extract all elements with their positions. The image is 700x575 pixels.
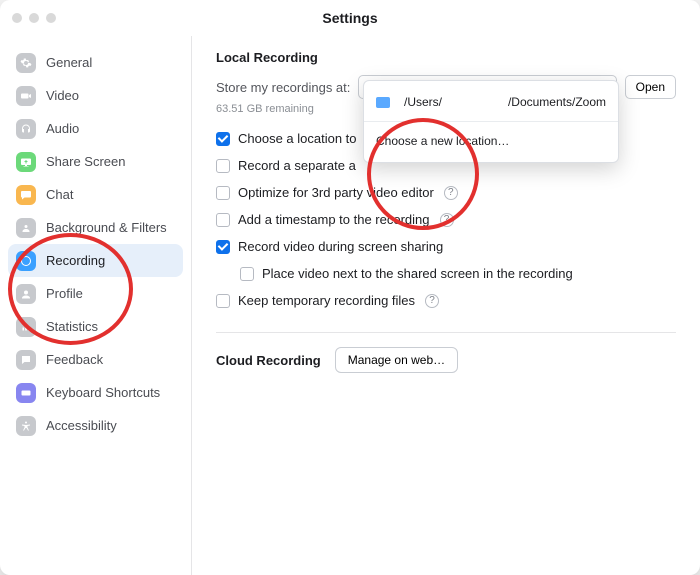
traffic-lights[interactable] bbox=[12, 0, 56, 35]
sidebar-item-recording[interactable]: Recording bbox=[8, 244, 183, 277]
sidebar-item-label: Statistics bbox=[46, 319, 98, 334]
checkbox-icon bbox=[216, 132, 230, 146]
checkbox-label: Optimize for 3rd party video editor bbox=[238, 185, 434, 200]
sidebar-item-label: Background & Filters bbox=[46, 220, 167, 235]
checkbox-label: Place video next to the shared screen in… bbox=[262, 266, 573, 281]
sidebar-item-label: General bbox=[46, 55, 92, 70]
sidebar-item-share-screen[interactable]: Share Screen bbox=[8, 145, 183, 178]
sidebar-item-background-filters[interactable]: Background & Filters bbox=[8, 211, 183, 244]
open-button[interactable]: Open bbox=[625, 75, 676, 99]
window-title: Settings bbox=[322, 10, 377, 26]
local-recording-heading: Local Recording bbox=[216, 50, 676, 65]
dropdown-choose-new-label: Choose a new location… bbox=[376, 134, 509, 148]
sidebar-item-label: Audio bbox=[46, 121, 79, 136]
accessibility-icon bbox=[16, 416, 36, 436]
checkbox-icon bbox=[216, 159, 230, 173]
checkbox-place-next[interactable]: Place video next to the shared screen in… bbox=[216, 260, 676, 287]
sidebar-item-label: Chat bbox=[46, 187, 73, 202]
folder-icon bbox=[376, 97, 390, 108]
sidebar-item-keyboard-shortcuts[interactable]: Keyboard Shortcuts bbox=[8, 376, 183, 409]
sidebar-item-label: Accessibility bbox=[46, 418, 117, 433]
sidebar-item-label: Feedback bbox=[46, 352, 103, 367]
checkbox-label: Record a separate a bbox=[238, 158, 356, 173]
checkbox-label: Choose a location to bbox=[238, 131, 357, 146]
section-divider bbox=[216, 332, 676, 333]
video-icon bbox=[16, 86, 36, 106]
checkbox-icon bbox=[216, 240, 230, 254]
share-screen-icon bbox=[16, 152, 36, 172]
sidebar-item-chat[interactable]: Chat bbox=[8, 178, 183, 211]
dropdown-separator bbox=[364, 121, 618, 122]
dropdown-current-path[interactable]: /Users/ /Documents/Zoom bbox=[364, 87, 618, 117]
sidebar-item-label: Share Screen bbox=[46, 154, 126, 169]
sidebar-item-profile[interactable]: Profile bbox=[8, 277, 183, 310]
checkbox-label: Add a timestamp to the recording bbox=[238, 212, 430, 227]
help-icon[interactable]: ? bbox=[425, 294, 439, 308]
statistics-icon bbox=[16, 317, 36, 337]
recordings-path-dropdown: /Users/ /Documents/Zoom Choose a new loc… bbox=[363, 80, 619, 163]
gear-icon bbox=[16, 53, 36, 73]
headphones-icon bbox=[16, 119, 36, 139]
sidebar-item-video[interactable]: Video bbox=[8, 79, 183, 112]
checkbox-icon bbox=[240, 267, 254, 281]
cloud-recording-heading: Cloud Recording bbox=[216, 353, 321, 368]
store-recordings-label: Store my recordings at: bbox=[216, 80, 350, 95]
checkbox-icon bbox=[216, 213, 230, 227]
sidebar-item-audio[interactable]: Audio bbox=[8, 112, 183, 145]
help-icon[interactable]: ? bbox=[444, 186, 458, 200]
sidebar-item-label: Profile bbox=[46, 286, 83, 301]
feedback-icon bbox=[16, 350, 36, 370]
help-icon[interactable]: ? bbox=[440, 213, 454, 227]
sidebar-item-label: Keyboard Shortcuts bbox=[46, 385, 160, 400]
sidebar-item-feedback[interactable]: Feedback bbox=[8, 343, 183, 376]
sidebar-item-label: Video bbox=[46, 88, 79, 103]
checkbox-icon bbox=[216, 294, 230, 308]
checkbox-optimize-3rd-party[interactable]: Optimize for 3rd party video editor ? bbox=[216, 179, 676, 206]
profile-icon bbox=[16, 284, 36, 304]
sidebar-item-statistics[interactable]: Statistics bbox=[8, 310, 183, 343]
dropdown-choose-new-location[interactable]: Choose a new location… bbox=[364, 126, 618, 156]
background-filters-icon bbox=[16, 218, 36, 238]
checkbox-add-timestamp[interactable]: Add a timestamp to the recording ? bbox=[216, 206, 676, 233]
checkbox-label: Record video during screen sharing bbox=[238, 239, 443, 254]
sidebar-item-label: Recording bbox=[46, 253, 105, 268]
checkbox-keep-temp[interactable]: Keep temporary recording files ? bbox=[216, 287, 676, 314]
checkbox-icon bbox=[216, 186, 230, 200]
settings-sidebar: General Video Audio Share Screen bbox=[0, 36, 192, 575]
titlebar: Settings bbox=[0, 0, 700, 36]
checkbox-label: Keep temporary recording files bbox=[238, 293, 415, 308]
recording-icon bbox=[16, 251, 36, 271]
manage-on-web-button[interactable]: Manage on web… bbox=[335, 347, 458, 373]
sidebar-item-general[interactable]: General bbox=[8, 46, 183, 79]
sidebar-item-accessibility[interactable]: Accessibility bbox=[8, 409, 183, 442]
checkbox-record-during-share[interactable]: Record video during screen sharing bbox=[216, 233, 676, 260]
settings-window: Settings General Video Audio bbox=[0, 0, 700, 575]
keyboard-icon bbox=[16, 383, 36, 403]
chat-icon bbox=[16, 185, 36, 205]
